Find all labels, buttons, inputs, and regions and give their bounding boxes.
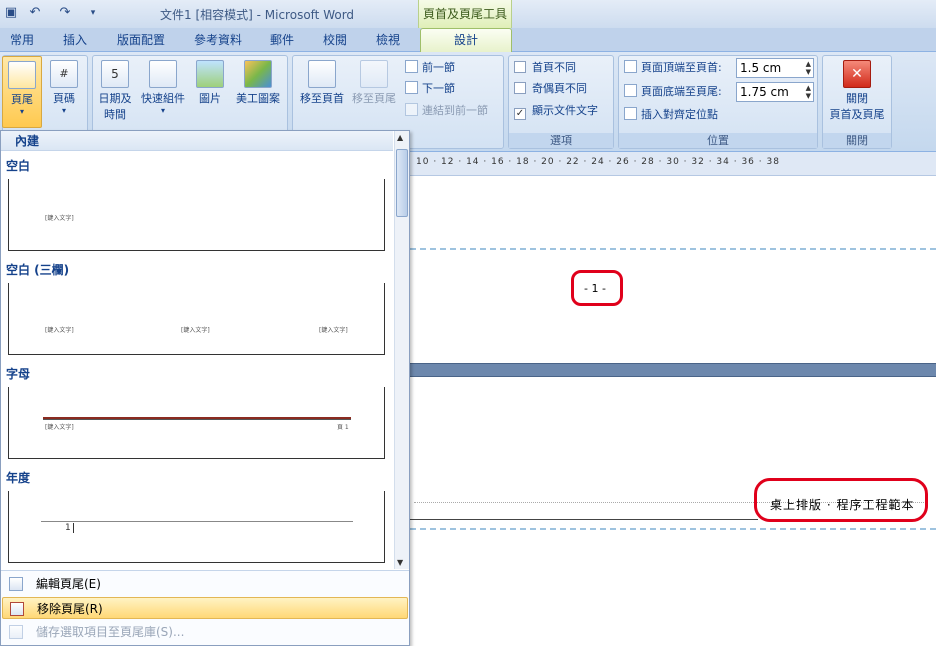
gallery-section-label: 字母 [6, 367, 31, 381]
callout-highlight [571, 270, 623, 306]
goto-header-button[interactable]: 移至頁首 [296, 60, 348, 106]
window-title: 文件1 [相容模式] - Microsoft Word [160, 8, 355, 22]
header-position-icon [624, 60, 637, 73]
chevron-down-icon: ▾ [19, 107, 24, 116]
page-number-button[interactable]: # 頁碼 ▾ [44, 60, 84, 115]
gallery-section-label: 空白 [6, 159, 31, 173]
scroll-up-icon[interactable]: ▲ [397, 133, 403, 142]
placeholder-text: [鍵入文字] [181, 327, 210, 334]
group-position-label: 位置 [619, 133, 817, 148]
prev-section-icon [405, 60, 418, 73]
undo-icon[interactable]: ↶ [26, 4, 44, 22]
header-from-top-input[interactable]: 1.5 cm ▲ ▼ [736, 58, 814, 78]
gallery-section-label: 年度 [6, 471, 31, 485]
checkbox-box [514, 82, 526, 94]
close-icon: ✕ [843, 60, 871, 88]
save-selection-icon [9, 625, 23, 639]
close-header-footer-button[interactable]: ✕ 關閉 頁首及頁尾 [824, 60, 890, 122]
gallery-item-alphabet[interactable]: [鍵入文字] 頁 1 [8, 387, 385, 459]
quick-parts-button[interactable]: 快速組件 ▾ [138, 60, 188, 115]
checkbox-box [514, 61, 526, 73]
page-separator [410, 363, 936, 377]
spinner-arrows-icon[interactable]: ▲ ▼ [806, 84, 811, 100]
date-time-button[interactable]: 5 日期及 時間 [95, 60, 135, 122]
footer-position-icon [624, 84, 637, 97]
tool-context-label: 頁首及頁尾工具 [418, 0, 512, 28]
picture-icon [196, 60, 224, 88]
document-area[interactable] [410, 152, 936, 646]
group-options-label: 選項 [509, 133, 613, 148]
scroll-thumb[interactable] [396, 149, 408, 217]
goto-footer-icon [360, 60, 388, 88]
next-section-icon [405, 81, 418, 94]
clip-art-button[interactable]: 美工圖案 [232, 60, 284, 106]
tab-insert[interactable]: 插入 [52, 31, 98, 51]
tab-references[interactable]: 參考資料 [186, 31, 250, 51]
tab-review[interactable]: 校閱 [314, 31, 356, 51]
ruler-ticks: 10 · 12 · 14 · 16 · 18 · 20 · 22 · 24 · … [416, 157, 780, 167]
placeholder-text: 1 [65, 523, 74, 533]
chevron-down-icon: ▾ [61, 106, 66, 115]
placeholder-text: [鍵入文字] [45, 327, 74, 334]
footer-from-bottom-input[interactable]: 1.75 cm ▲ ▼ [736, 82, 814, 102]
tab-mailings[interactable]: 郵件 [262, 31, 302, 51]
tab-layout[interactable]: 版面配置 [108, 31, 174, 51]
horizontal-ruler[interactable]: 10 · 12 · 14 · 16 · 18 · 20 · 22 · 24 · … [410, 152, 936, 176]
page-number-icon: # [50, 60, 78, 88]
spinner-arrows-icon[interactable]: ▲ ▼ [806, 60, 811, 76]
gallery-scrollbar[interactable]: ▲ ▼ [394, 131, 409, 569]
gallery-header: 內建 [1, 131, 393, 151]
header-from-top-label: 頁面頂端至頁首: [624, 59, 722, 77]
quick-parts-icon [149, 60, 177, 88]
redo-icon[interactable]: ↷ [56, 4, 74, 22]
edit-footer-icon [9, 577, 23, 591]
footer-icon [8, 61, 36, 89]
goto-footer-button[interactable]: 移至頁尾 [348, 60, 400, 106]
diff-first-page-checkbox[interactable]: 首頁不同 [514, 59, 576, 77]
next-section-button[interactable]: 下一節 [405, 80, 455, 98]
footer-boundary [410, 528, 936, 530]
insert-align-tab-button[interactable]: 插入對齊定位點 [624, 106, 718, 124]
qat-customize-icon[interactable]: ▾ [84, 4, 102, 22]
placeholder-text: [鍵入文字] [45, 424, 74, 431]
show-doc-text-checkbox[interactable]: ✓ 顯示文件文字 [514, 102, 598, 120]
decorative-rule [41, 521, 353, 522]
gallery-item-blank-three-column[interactable]: [鍵入文字] [鍵入文字] [鍵入文字] [8, 283, 385, 355]
picture-button[interactable]: 圖片 [192, 60, 228, 106]
chevron-down-icon: ▾ [160, 106, 165, 115]
align-tab-icon [624, 107, 637, 120]
decorative-rule [43, 417, 351, 420]
group-close-label: 關閉 [823, 133, 891, 148]
gallery-item-annual[interactable]: 1 [8, 491, 385, 563]
footer-from-bottom-label: 頁面底端至頁尾: [624, 83, 722, 101]
save-icon[interactable]: ▣ [2, 4, 20, 22]
link-previous-button[interactable]: 連結到前一節 [405, 102, 488, 120]
save-to-gallery-menu-item[interactable]: 儲存選取項目至頁尾庫(S)... [2, 621, 408, 643]
clip-art-icon [244, 60, 272, 88]
calendar-clock-icon: 5 [101, 60, 129, 88]
link-icon [405, 103, 418, 116]
header-boundary [410, 248, 936, 250]
placeholder-text: [鍵入文字] [319, 327, 348, 334]
prev-section-button[interactable]: 前一節 [405, 59, 455, 77]
footer-button[interactable]: 頁尾 ▾ [2, 56, 42, 128]
remove-footer-menu-item[interactable]: 移除頁尾(R) [2, 597, 408, 619]
gallery-item-blank[interactable]: [鍵入文字] [8, 179, 385, 251]
tab-view[interactable]: 檢視 [366, 31, 410, 51]
tab-home[interactable]: 常用 [0, 31, 44, 51]
diff-odd-even-checkbox[interactable]: 奇偶頁不同 [514, 80, 587, 98]
edit-footer-menu-item[interactable]: 編輯頁尾(E) [2, 573, 408, 595]
scroll-down-icon[interactable]: ▼ [397, 558, 403, 567]
checkmark-icon: ✓ [514, 108, 526, 120]
placeholder-text: [鍵入文字] [45, 215, 74, 222]
goto-header-icon [308, 60, 336, 88]
remove-footer-icon [10, 602, 24, 616]
callout-highlight [754, 478, 928, 522]
footer-rule [410, 519, 758, 520]
gallery-section-label: 空白 (三欄) [6, 263, 70, 277]
tab-design[interactable]: 設計 [420, 28, 512, 54]
placeholder-text: 頁 1 [337, 424, 349, 431]
